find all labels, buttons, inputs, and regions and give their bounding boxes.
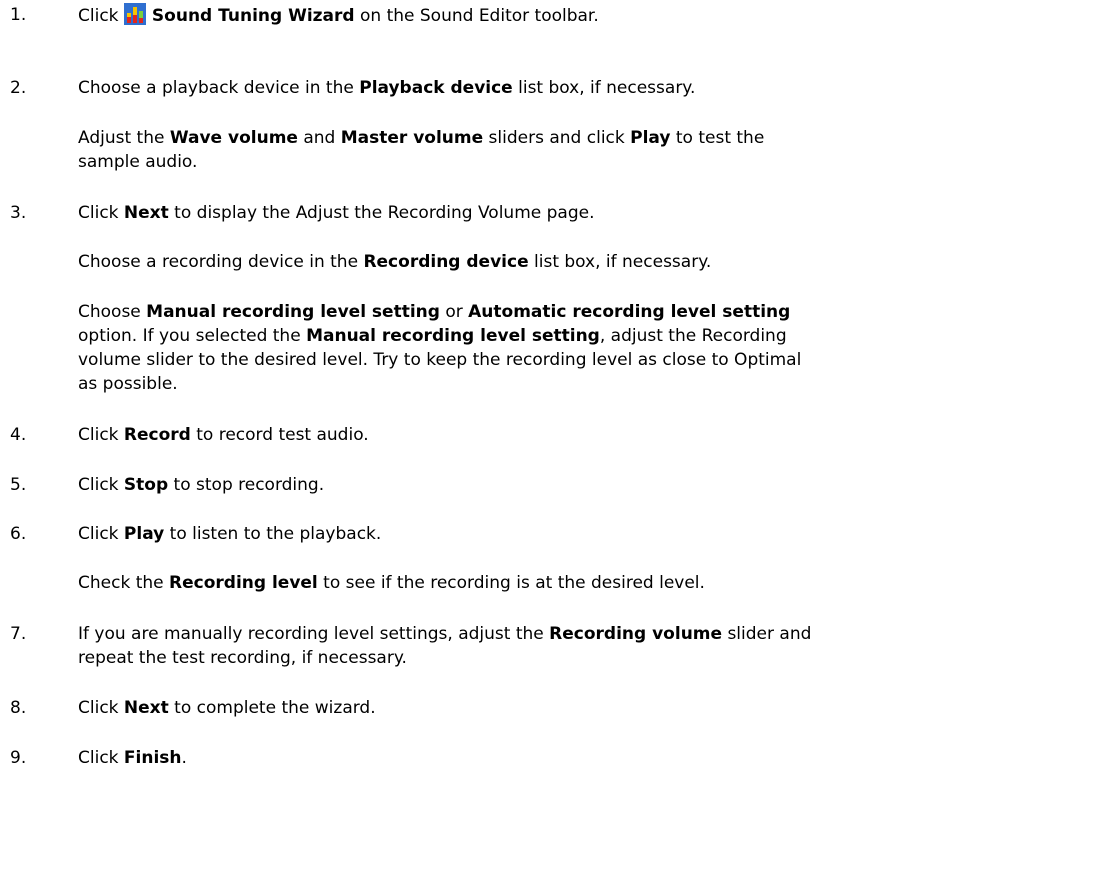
step-text: to stop recording.	[168, 475, 325, 495]
note-text: and	[297, 128, 341, 148]
note-text: to see if the recording is at the desire…	[317, 573, 705, 593]
help-page: 1. Click Sound Tuning Wizard on the Soun…	[0, 0, 1111, 886]
step-text: Click	[78, 425, 124, 445]
ui-term: Recording level	[169, 573, 318, 593]
step-number: 4.	[10, 425, 27, 445]
ui-term: Automatic recording level setting	[468, 302, 791, 322]
step-text: Click	[78, 524, 124, 544]
note-text: to test the	[670, 128, 765, 148]
ui-term: Manual recording level setting	[146, 302, 440, 322]
ui-term: Finish	[123, 748, 182, 768]
ui-term: Playback device	[359, 78, 513, 98]
ui-term: Stop	[123, 475, 169, 495]
step-2-note-cont: sample audio.	[78, 152, 198, 172]
note-text: Choose a recording device in the	[78, 252, 364, 272]
step-text: Click	[78, 698, 124, 718]
step-text: list box, if necessary.	[512, 78, 696, 98]
step-number: 3.	[10, 203, 27, 223]
step-text: Click	[78, 475, 124, 495]
step-7-cont: repeat the test recording, if necessary.	[78, 648, 407, 668]
ui-term: Play	[630, 128, 671, 148]
step-text: .	[181, 748, 187, 768]
step-1: Click Sound Tuning Wizard on the Sound E…	[78, 3, 599, 28]
step-text: to complete the wizard.	[168, 698, 376, 718]
step-number: 2.	[10, 78, 27, 98]
step-8: Click Next to complete the wizard.	[78, 696, 376, 720]
note-text: option. If you selected the	[78, 326, 307, 346]
ui-term: Wave volume	[169, 128, 298, 148]
step-text: slider and	[722, 624, 812, 644]
ui-term: Recording volume	[549, 624, 723, 644]
step-3-note-b: Choose Manual recording level setting or…	[78, 300, 790, 324]
ui-term: Next	[123, 698, 169, 718]
step-3: Click Next to display the Adjust the Rec…	[78, 201, 595, 225]
step-9: Click Finish.	[78, 746, 187, 770]
step-number: 5.	[10, 475, 27, 495]
note-text: Adjust the	[78, 128, 170, 148]
note-text: or	[439, 302, 469, 322]
step-number: 7.	[10, 624, 27, 644]
step-number: 8.	[10, 698, 27, 718]
step-text: on the Sound Editor toolbar.	[354, 6, 599, 26]
step-number: 1.	[10, 5, 27, 25]
step-2-note: Adjust the Wave volume and Master volume…	[78, 126, 764, 150]
step-3-note-a: Choose a recording device in the Recordi…	[78, 250, 711, 274]
step-7: If you are manually recording level sett…	[78, 622, 811, 646]
ui-term: Master volume	[340, 128, 484, 148]
ui-term: Next	[123, 203, 169, 223]
note-text: Check the	[78, 573, 170, 593]
step-6-note: Check the Recording level to see if the …	[78, 571, 705, 595]
step-2: Choose a playback device in the Playback…	[78, 76, 695, 100]
note-text: sliders and click	[483, 128, 631, 148]
step-text: If you are manually recording level sett…	[78, 624, 550, 644]
step-text: Click	[78, 6, 124, 26]
step-text: to listen to the playback.	[164, 524, 382, 544]
step-4: Click Record to record test audio.	[78, 423, 369, 447]
step-3-note-b-cont: option. If you selected the Manual recor…	[78, 324, 787, 348]
ui-term: Sound Tuning Wizard	[151, 6, 355, 26]
ui-term: Play	[123, 524, 165, 544]
step-text: Choose a playback device in the	[78, 78, 360, 98]
step-3-note-b-cont: as possible.	[78, 374, 178, 394]
step-3-note-b-cont: volume slider to the desired level. Try …	[78, 350, 802, 370]
step-text: Click	[78, 203, 124, 223]
note-text: , adjust the Recording	[599, 326, 787, 346]
note-text: list box, if necessary.	[528, 252, 712, 272]
ui-term: Record	[123, 425, 191, 445]
step-number: 9.	[10, 748, 27, 768]
step-number: 6.	[10, 524, 27, 544]
ui-term: Manual recording level setting	[306, 326, 600, 346]
step-text: Click	[78, 748, 124, 768]
ui-term: Recording device	[363, 252, 529, 272]
note-text: Choose	[78, 302, 147, 322]
step-text: to display the Adjust the Recording Volu…	[168, 203, 595, 223]
sound-tuning-wizard-icon	[123, 3, 146, 25]
step-text: to record test audio.	[190, 425, 369, 445]
step-5: Click Stop to stop recording.	[78, 473, 324, 497]
step-6: Click Play to listen to the playback.	[78, 522, 381, 546]
